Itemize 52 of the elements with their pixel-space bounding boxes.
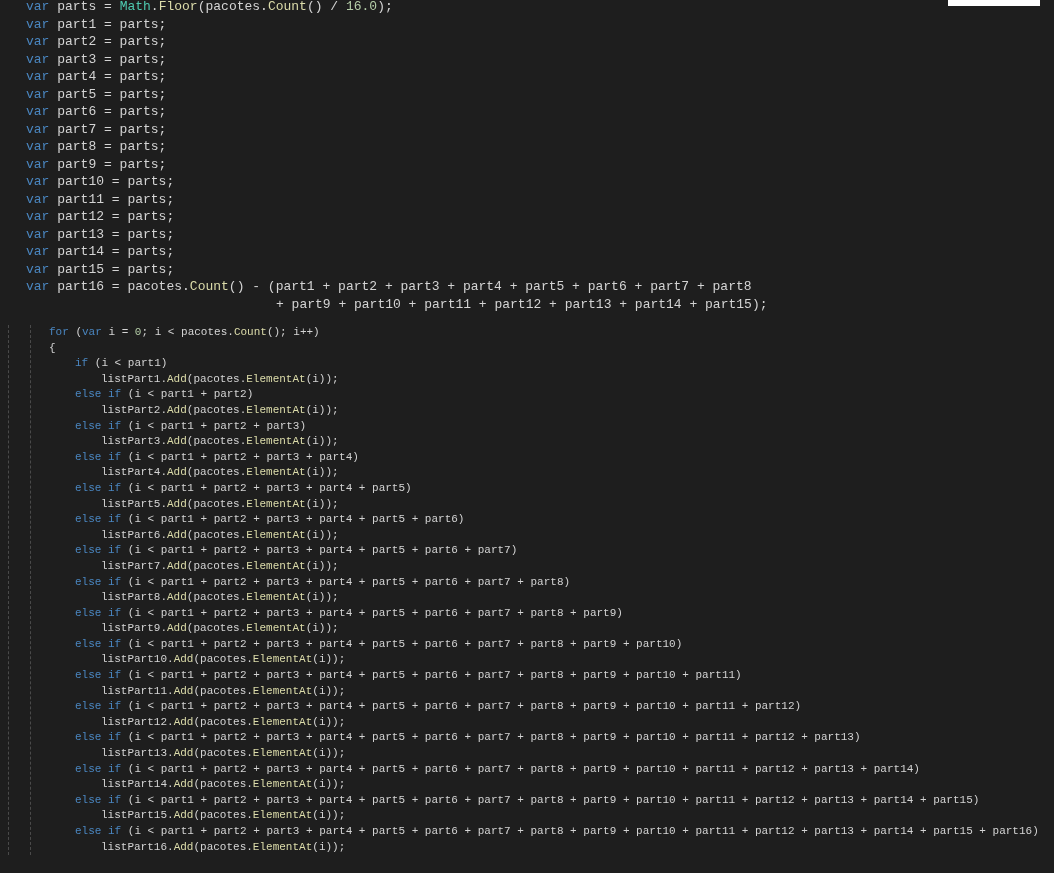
code-line: var part11 = parts; [26, 190, 175, 208]
code-line: else if (i < part1 + part2 + part3) [75, 418, 307, 434]
code-line: listPart9.Add(pacotes.ElementAt(i)); [101, 621, 339, 637]
code-line: else if (i < part1 + part2) [75, 387, 254, 403]
code-line: else if (i < part1 + part2 + part3 + part4 + part5 + part6 + part7 + part8 + part9 + part10 + part11 + part12 + part13 + part14 + part15 + part16) [75, 824, 1039, 839]
code-line: listPart14.Add(pacotes.ElementAt(i)); [101, 777, 346, 793]
code-line: listPart2.Add(pacotes.ElementAt(i)); [101, 402, 339, 418]
code-line: listPart10.Add(pacotes.ElementAt(i)); [101, 652, 346, 668]
code-line: else if (i < part1 + part2 + part3 + part4 + part5 + part6) [75, 512, 465, 528]
code-line: else if (i < part1 + part2 + part3 + part4 + part5 + part6 + part7 + part8 + part9 + part10) [75, 636, 683, 652]
code-line: listPart11.Add(pacotes.ElementAt(i)); [101, 683, 346, 699]
code-line: + part9 + part10 + part11 + part12 + part13 + part14 + part15); [276, 295, 768, 313]
code-line: listPart3.Add(pacotes.ElementAt(i)); [101, 434, 339, 450]
code-line: listPart12.Add(pacotes.ElementAt(i)); [101, 714, 346, 730]
code-line: var parts = Math.Floor(pacotes.Count() / 16.0); [26, 0, 393, 16]
code-line: var part12 = parts; [26, 208, 175, 226]
code-line: var part16 = pacotes.Count() - (part1 + part2 + part3 + part4 + part5 + part6 + part7 + part8 [26, 278, 752, 296]
code-line: else if (i < part1 + part2 + part3 + part4 + part5 + part6 + part7 + part8) [75, 574, 571, 590]
code-line: else if (i < part1 + part2 + part3 + part4 + part5 + part6 + part7) [75, 543, 518, 559]
code-line: listPart4.Add(pacotes.ElementAt(i)); [101, 465, 339, 481]
code-line: if (i < part1) [75, 356, 168, 372]
code-line: var part14 = parts; [26, 243, 175, 261]
code-line: { [49, 340, 56, 356]
code-line: else if (i < part1 + part2 + part3 + part4 + part5) [75, 480, 412, 496]
code-line: else if (i < part1 + part2 + part3 + part4 + part5 + part6 + part7 + part8 + part9 + part10 + part11 + part12) [75, 699, 802, 715]
code-line: else if (i < part1 + part2 + part3 + part4 + part5 + part6 + part7 + part8 + part9) [75, 605, 623, 621]
code-line: listPart8.Add(pacotes.ElementAt(i)); [101, 590, 339, 606]
code-line: else if (i < part1 + part2 + part3 + part4 + part5 + part6 + part7 + part8 + part9 + part10 + part11 + part12 + part13 + part14 + part15) [75, 792, 980, 808]
code-line: var part2 = parts; [26, 33, 167, 51]
code-line: var part3 = parts; [26, 50, 167, 68]
code-line: else if (i < part1 + part2 + part3 + part4 + part5 + part6 + part7 + part8 + part9 + part10 + part11 + part12 + part13) [75, 730, 861, 746]
code-line: listPart15.Add(pacotes.ElementAt(i)); [101, 808, 346, 824]
code-line: var part7 = parts; [26, 120, 167, 138]
code-line: else if (i < part1 + part2 + part3 + part4 + part5 + part6 + part7 + part8 + part9 + part10 + part11 + part12 + part13 + part14) [75, 761, 920, 777]
code-line: var part15 = parts; [26, 260, 175, 278]
code-line: var part9 = parts; [26, 155, 167, 173]
code-line: var part1 = parts; [26, 15, 167, 33]
code-line: var part8 = parts; [26, 138, 167, 156]
code-line: for (var i = 0; i < pacotes.Count(); i++) [49, 325, 320, 340]
code-line: var part4 = parts; [26, 68, 167, 86]
code-line: listPart13.Add(pacotes.ElementAt(i)); [101, 746, 346, 762]
code-line: listPart1.Add(pacotes.ElementAt(i)); [101, 371, 339, 387]
code-line: else if (i < part1 + part2 + part3 + part4 + part5 + part6 + part7 + part8 + part9 + part10 + part11) [75, 668, 742, 684]
code-line: listPart16.Add(pacotes.ElementAt(i)); [101, 839, 346, 855]
code-line: listPart6.Add(pacotes.ElementAt(i)); [101, 527, 339, 543]
code-line: var part10 = parts; [26, 173, 175, 191]
code-line: var part5 = parts; [26, 85, 167, 103]
code-line: var part6 = parts; [26, 103, 167, 121]
code-line: var part13 = parts; [26, 225, 175, 243]
code-line: listPart5.Add(pacotes.ElementAt(i)); [101, 496, 339, 512]
code-line: listPart7.Add(pacotes.ElementAt(i)); [101, 558, 339, 574]
code-line: else if (i < part1 + part2 + part3 + part4) [75, 449, 359, 465]
